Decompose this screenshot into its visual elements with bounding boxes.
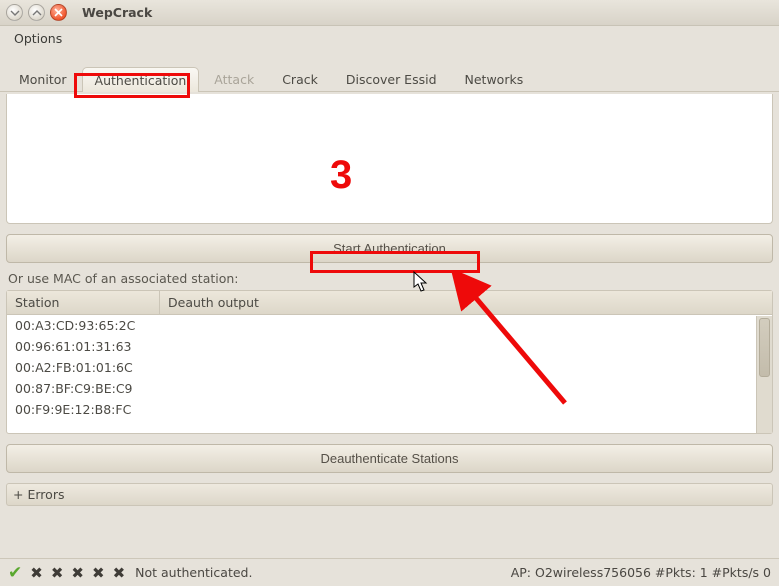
deauth-cell <box>160 399 772 420</box>
deauth-cell <box>160 378 772 399</box>
errors-expander[interactable]: + Errors <box>6 483 773 506</box>
deauthenticate-stations-button[interactable]: Deauthenticate Stations <box>6 444 773 473</box>
tab-panel-authentication: Start Authentication Or use MAC of an as… <box>0 92 779 506</box>
tab-discover-essid[interactable]: Discover Essid <box>333 66 450 91</box>
station-cell: 00:A2:FB:01:01:6C <box>7 357 160 378</box>
table-row[interactable]: 00:A2:FB:01:01:6C <box>7 357 772 378</box>
deauth-cell <box>160 357 772 378</box>
tab-crack[interactable]: Crack <box>269 66 331 91</box>
table-row[interactable]: 00:87:BF:C9:BE:C9 <box>7 378 772 399</box>
x-icon: ✖ <box>92 564 105 582</box>
chevron-up-icon <box>32 8 42 18</box>
plus-icon: + <box>13 487 23 502</box>
menu-bar: Options <box>0 26 779 50</box>
tab-monitor[interactable]: Monitor <box>6 66 80 91</box>
table-header: Station Deauth output <box>7 291 772 315</box>
x-icon: ✖ <box>113 564 126 582</box>
assoc-station-hint: Or use MAC of an associated station: <box>8 271 773 286</box>
table-body: 00:A3:CD:93:65:2C 00:96:61:01:31:63 00:A… <box>7 315 772 433</box>
close-button[interactable] <box>50 4 67 21</box>
table-row[interactable]: 00:A3:CD:93:65:2C <box>7 315 772 336</box>
check-icon: ✔ <box>8 563 22 583</box>
tab-authentication[interactable]: Authentication <box>82 67 200 92</box>
status-icons: ✔ ✖ ✖ ✖ ✖ ✖ <box>8 563 125 583</box>
station-cell: 00:F9:9E:12:B8:FC <box>7 399 160 420</box>
close-icon <box>54 8 63 17</box>
col-deauth-header[interactable]: Deauth output <box>160 291 772 314</box>
table-row[interactable]: 00:96:61:01:31:63 <box>7 336 772 357</box>
deauth-cell <box>160 315 772 336</box>
window-title: WepCrack <box>82 5 152 20</box>
scrollbar-thumb[interactable] <box>759 318 770 377</box>
chevron-down-icon <box>10 8 20 18</box>
status-auth-text: Not authenticated. <box>135 565 252 580</box>
tab-networks[interactable]: Networks <box>452 66 537 91</box>
table-row[interactable]: 00:F9:9E:12:B8:FC <box>7 399 772 420</box>
status-ap-info: AP: O2wireless756056 #Pkts: 1 #Pkts/s 0 <box>511 565 771 580</box>
start-authentication-button[interactable]: Start Authentication <box>6 234 773 263</box>
errors-label: Errors <box>27 487 64 502</box>
tab-strip: Monitor Authentication Attack Crack Disc… <box>0 62 779 92</box>
station-cell: 00:A3:CD:93:65:2C <box>7 315 160 336</box>
menu-options[interactable]: Options <box>8 29 68 48</box>
station-cell: 00:87:BF:C9:BE:C9 <box>7 378 160 399</box>
window-titlebar: WepCrack <box>0 0 779 26</box>
tab-attack: Attack <box>201 66 267 91</box>
minimize-button[interactable] <box>6 4 23 21</box>
status-bar: ✔ ✖ ✖ ✖ ✖ ✖ Not authenticated. AP: O2wir… <box>0 558 779 586</box>
x-icon: ✖ <box>51 564 64 582</box>
deauth-cell <box>160 336 772 357</box>
maximize-button[interactable] <box>28 4 45 21</box>
station-table: Station Deauth output 00:A3:CD:93:65:2C … <box>6 290 773 434</box>
table-scrollbar[interactable] <box>756 316 772 433</box>
col-station-header[interactable]: Station <box>7 291 160 314</box>
x-icon: ✖ <box>71 564 84 582</box>
station-cell: 00:96:61:01:31:63 <box>7 336 160 357</box>
x-icon: ✖ <box>30 564 43 582</box>
auth-output-text[interactable] <box>6 94 773 224</box>
